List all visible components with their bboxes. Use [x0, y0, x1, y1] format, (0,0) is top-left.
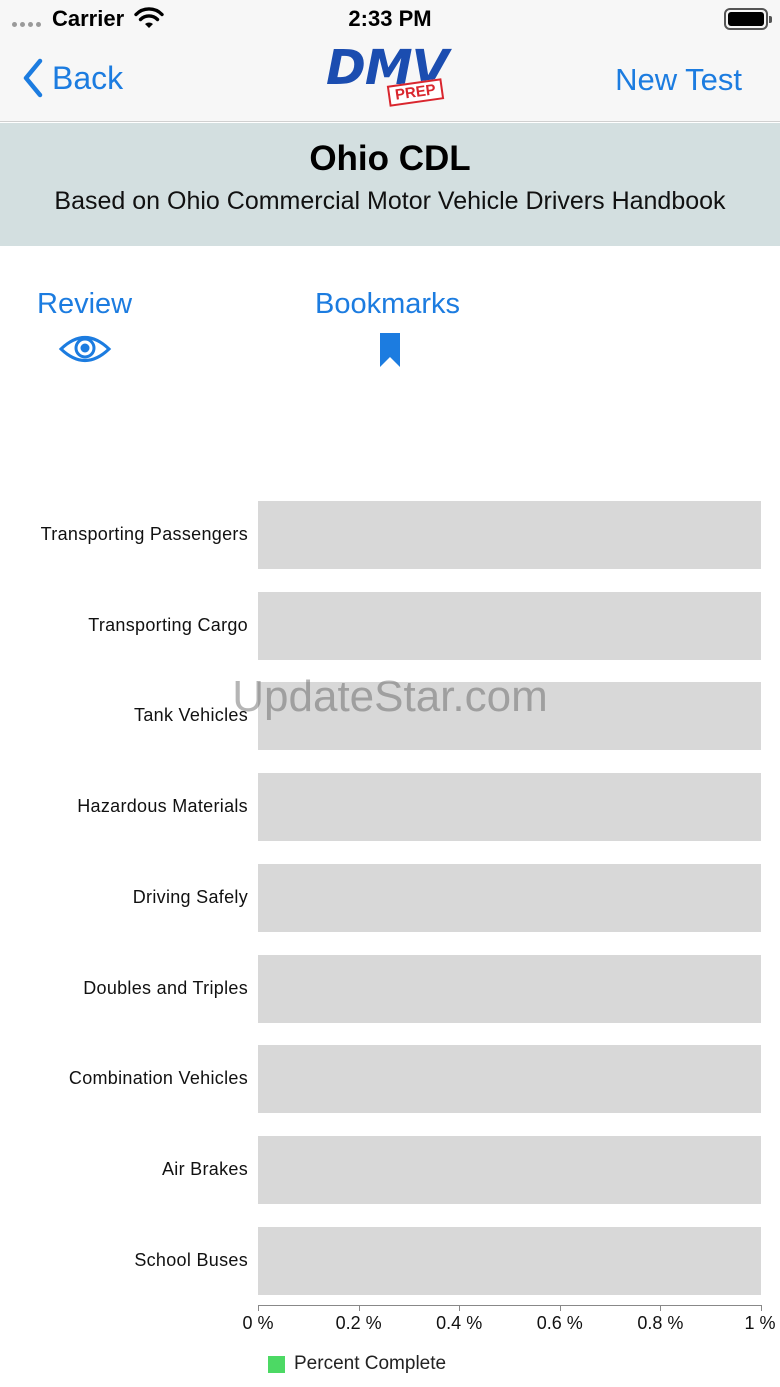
chart-category-label: Tank Vehicles — [134, 705, 248, 726]
status-bar: Carrier 2:33 PM — [0, 0, 780, 40]
x-tick-label: 0.6 % — [536, 1313, 583, 1333]
chart-bar-track — [258, 954, 761, 1023]
test-header: Ohio CDL Based on Ohio Commercial Motor … — [0, 123, 780, 246]
page-subtitle: Based on Ohio Commercial Motor Vehicle D… — [54, 187, 726, 215]
chart-bar-track — [258, 1226, 761, 1295]
chart-category-label: Transporting Passengers — [40, 524, 248, 544]
chart-category-label: Driving Safely — [132, 886, 248, 907]
chevron-left-icon — [23, 58, 43, 98]
chart-bar-track — [258, 501, 761, 569]
x-tick-label: 1 % — [744, 1313, 776, 1333]
legend-swatch — [268, 1355, 285, 1373]
chart-bar-track — [258, 1045, 761, 1114]
eye-icon[interactable] — [58, 332, 112, 371]
status-time: 2:33 PM — [348, 6, 432, 31]
chart-bar-track — [258, 773, 761, 842]
chart-category-label: Doubles and Triples — [83, 977, 248, 998]
page-title: Ohio CDL — [309, 139, 471, 178]
x-tick-mark — [761, 1305, 762, 1311]
x-tick-label: 0.2 % — [335, 1313, 382, 1333]
dmv-prep-logo: DMV PREP — [322, 40, 462, 118]
navigation-bar: Back DMV PREP New Test — [0, 40, 780, 122]
bookmark-icon[interactable] — [379, 332, 401, 373]
back-button[interactable]: Back — [22, 58, 123, 98]
legend-label: Percent Complete — [294, 1353, 447, 1374]
chart-category-label: Transporting Cargo — [88, 614, 248, 635]
back-button-label: Back — [52, 59, 124, 96]
x-axis-line — [258, 1305, 761, 1306]
x-tick-label: 0.8 % — [637, 1313, 684, 1333]
chart-bar-track — [258, 682, 761, 751]
review-button[interactable]: Review — [37, 288, 132, 321]
chart-legend: Percent Complete — [268, 1353, 446, 1375]
bookmarks-button[interactable]: Bookmarks — [315, 288, 460, 321]
chart-bar-track — [258, 1135, 761, 1204]
chart-category-label: School Buses — [134, 1249, 248, 1270]
chart-category-label: Hazardous Materials — [77, 796, 248, 817]
chart-category-label: Combination Vehicles — [68, 1068, 248, 1089]
x-tick-label: 0 % — [242, 1313, 274, 1333]
battery-icon — [724, 8, 772, 30]
chart-bar-track — [258, 591, 761, 660]
new-test-button[interactable]: New Test — [615, 62, 742, 98]
chart-category-label: Air Brakes — [161, 1158, 248, 1179]
chart-bar-track — [258, 863, 761, 932]
x-tick-label: 0.4 % — [436, 1313, 483, 1333]
